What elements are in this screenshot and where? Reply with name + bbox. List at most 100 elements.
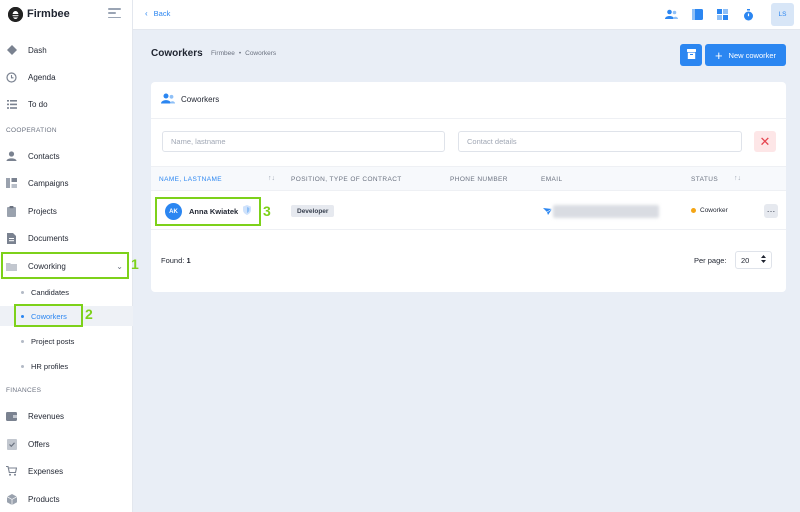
- per-page-select[interactable]: 20: [735, 251, 772, 269]
- campaign-icon: [6, 178, 17, 189]
- document-icon: [6, 232, 17, 244]
- card-header: Coworkers: [161, 93, 219, 106]
- sidebar-item-offers[interactable]: Offers: [0, 434, 133, 454]
- per-page-label: Per page:: [694, 256, 727, 265]
- clear-filters-button[interactable]: ✕: [754, 131, 776, 152]
- mail-icon: [543, 208, 553, 217]
- logo[interactable]: Firmbee: [8, 5, 70, 23]
- chevron-left-icon: ‹: [145, 9, 148, 18]
- sidebar-item-label: Products: [28, 494, 60, 504]
- more-options-button[interactable]: …: [764, 204, 778, 218]
- contact-filter-input[interactable]: [458, 131, 742, 152]
- box-icon: [6, 493, 17, 505]
- sidebar-item-todo[interactable]: To do: [0, 94, 133, 114]
- logo-text: Firmbee: [27, 8, 70, 20]
- section-title-cooperation: COOPERATION: [6, 127, 57, 134]
- archive-button[interactable]: [680, 44, 702, 66]
- sort-icon[interactable]: ↑↓: [734, 175, 741, 182]
- back-button[interactable]: ‹ Back: [145, 9, 170, 18]
- sidebar-subitem-project-posts[interactable]: Project posts: [0, 331, 133, 351]
- per-page-value: 20: [741, 255, 750, 265]
- bullet-dot: [21, 339, 24, 343]
- sidebar-item-campaigns[interactable]: Campaigns: [0, 173, 133, 193]
- sort-icon[interactable]: ↑↓: [268, 175, 275, 182]
- dash-icon: [6, 45, 17, 56]
- users-icon: [161, 93, 175, 106]
- back-label: Back: [153, 9, 171, 18]
- column-header-email: EMAIL: [541, 176, 563, 183]
- email-value-redacted: [553, 205, 659, 218]
- new-coworker-button[interactable]: + New coworker: [705, 44, 786, 66]
- bullet-dot: [21, 290, 24, 294]
- new-coworker-label: New coworker: [728, 50, 777, 60]
- card-title: Coworkers: [181, 95, 220, 104]
- clock-icon: [6, 71, 17, 83]
- found-number: 1: [186, 256, 191, 265]
- archive-icon: [686, 49, 696, 61]
- sidebar-item-contacts[interactable]: Contacts: [0, 146, 133, 166]
- sidebar-subitem-label: HR profiles: [31, 361, 69, 371]
- found-count: Found: 1: [161, 256, 191, 265]
- coworkers-card: Coworkers ✕ NAME, LASTNAME ↑↓ POSITION, …: [151, 82, 786, 292]
- breadcrumb-item-coworkers: Coworkers: [245, 50, 277, 57]
- annotation-number-3: 3: [263, 203, 271, 219]
- sidebar-item-products[interactable]: Products: [0, 489, 133, 509]
- wallet-icon: [6, 411, 17, 422]
- sidebar-subitem-hr-profiles[interactable]: HR profiles: [0, 356, 133, 376]
- sidebar-item-label: Projects: [28, 206, 57, 216]
- stopwatch-icon[interactable]: [742, 8, 755, 21]
- column-header-phone: PHONE NUMBER: [450, 176, 508, 183]
- bullet-dot: [21, 364, 24, 368]
- menu-toggle-icon[interactable]: [108, 8, 121, 18]
- sidebar-item-label: Offers: [28, 439, 50, 449]
- sidebar-item-documents[interactable]: Documents: [0, 228, 133, 248]
- column-header-position: POSITION, TYPE OF CONTRACT: [291, 176, 402, 183]
- close-icon: ✕: [759, 133, 771, 149]
- table-header: NAME, LASTNAME ↑↓ POSITION, TYPE OF CONT…: [151, 166, 786, 191]
- panel-icon[interactable]: [691, 8, 704, 21]
- sidebar-item-dash[interactable]: Dash: [0, 40, 133, 60]
- sidebar-item-label: Campaigns: [28, 178, 69, 188]
- annotation-box-coworking: [1, 252, 129, 279]
- sidebar-subitem-label: Candidates: [31, 287, 69, 297]
- user-avatar[interactable]: LS: [771, 3, 794, 26]
- status-label: Coworker: [700, 207, 728, 214]
- section-title-finances: FINANCES: [6, 387, 42, 394]
- breadcrumb: Firmbee • Coworkers: [211, 50, 276, 57]
- plus-icon: +: [714, 47, 723, 63]
- sidebar-subitem-candidates[interactable]: Candidates: [0, 282, 133, 302]
- sidebar-item-expenses[interactable]: Expenses: [0, 461, 133, 481]
- divider: [151, 118, 786, 119]
- sidebar-item-label: Expenses: [28, 466, 64, 476]
- grid-icon[interactable]: [716, 8, 729, 21]
- found-label: Found:: [161, 256, 185, 265]
- firmbee-bee-icon: [8, 6, 23, 22]
- sidebar-item-label: Documents: [28, 233, 69, 243]
- status-badge: Coworker: [691, 207, 728, 214]
- breadcrumb-item-firmbee[interactable]: Firmbee: [211, 50, 235, 57]
- sidebar-item-revenues[interactable]: Revenues: [0, 406, 133, 426]
- contact-icon: [6, 151, 17, 162]
- sidebar-item-projects[interactable]: Projects: [0, 201, 133, 221]
- sidebar-item-agenda[interactable]: Agenda: [0, 67, 133, 87]
- users-icon[interactable]: [665, 8, 678, 21]
- breadcrumb-separator: •: [238, 50, 242, 57]
- column-header-name[interactable]: NAME, LASTNAME: [159, 176, 222, 183]
- annotation-number-1: 1: [131, 256, 139, 272]
- annotation-box-coworkers: [14, 304, 83, 327]
- sidebar-item-label: Agenda: [28, 72, 56, 82]
- sidebar-item-label: To do: [28, 99, 48, 109]
- clipboard-icon: [6, 205, 17, 217]
- updown-icon: [761, 255, 766, 265]
- sidebar-item-label: Contacts: [28, 151, 60, 161]
- page-title: Coworkers: [151, 48, 203, 59]
- status-dot: [691, 208, 696, 213]
- column-header-status[interactable]: STATUS: [691, 176, 718, 183]
- sidebar-subitem-label: Project posts: [31, 336, 75, 346]
- list-icon: [6, 99, 17, 110]
- offer-icon: [6, 438, 17, 450]
- cart-icon: [6, 466, 17, 477]
- sidebar-item-label: Dash: [28, 45, 47, 55]
- annotation-number-2: 2: [85, 306, 93, 322]
- name-filter-input[interactable]: [162, 131, 445, 152]
